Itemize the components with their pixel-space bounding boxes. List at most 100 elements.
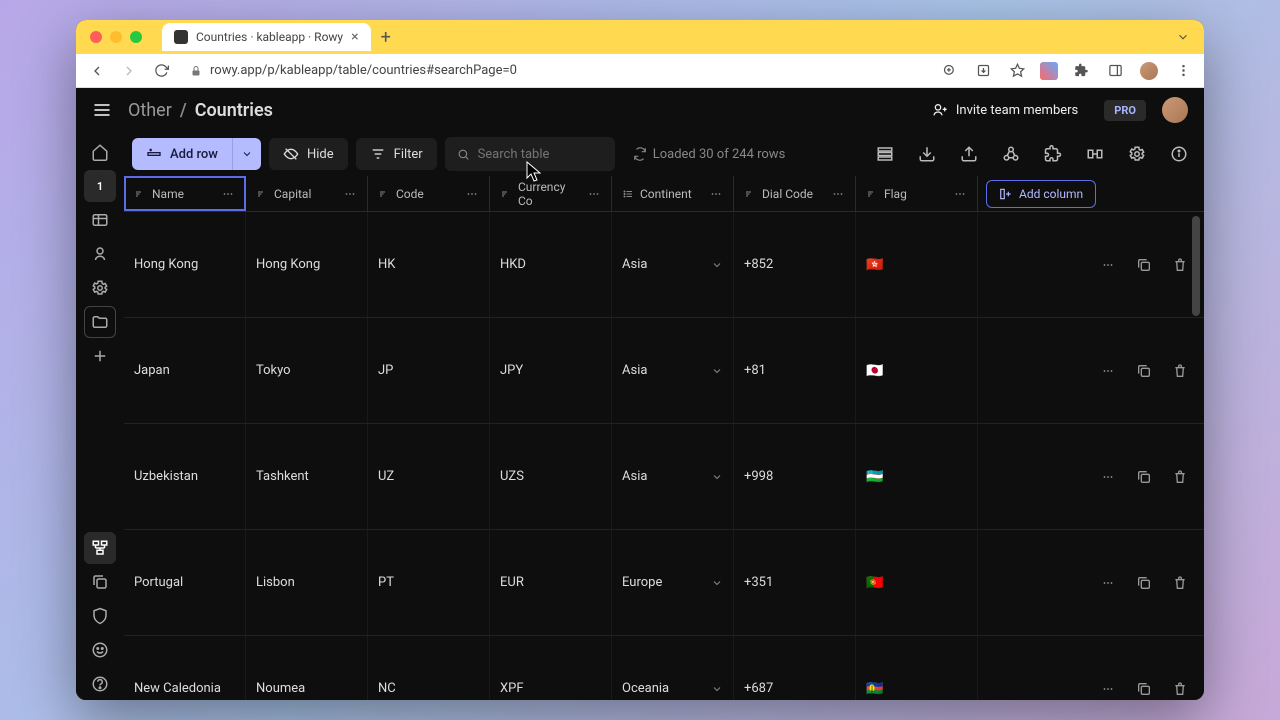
row-delete-icon[interactable]: [1166, 357, 1194, 385]
chevron-down-icon[interactable]: [711, 577, 723, 589]
breadcrumb-parent[interactable]: Other: [128, 100, 172, 121]
row-delete-icon[interactable]: [1166, 251, 1194, 279]
cell-dial-code[interactable]: +852: [734, 212, 856, 317]
invite-team-button[interactable]: Invite team members: [922, 96, 1088, 124]
nav-forward-button[interactable]: [118, 60, 140, 82]
sidebar-item-1[interactable]: 1: [84, 170, 116, 202]
add-row-dropdown[interactable]: [232, 138, 261, 170]
table-settings-icon[interactable]: [1120, 137, 1154, 171]
nav-back-button[interactable]: [86, 60, 108, 82]
tabs-chevron-icon[interactable]: [1176, 30, 1190, 44]
column-header-dial-code[interactable]: Dial Code: [734, 176, 856, 211]
cell-capital[interactable]: Tokyo: [246, 318, 368, 423]
add-row-button[interactable]: Add row: [132, 138, 232, 170]
cell-capital[interactable]: Lisbon: [246, 530, 368, 635]
nav-reload-button[interactable]: [150, 60, 172, 82]
zoom-icon[interactable]: [938, 60, 960, 82]
column-header-code[interactable]: Code: [368, 176, 490, 211]
row-menu-icon[interactable]: [1094, 569, 1122, 597]
menu-icon[interactable]: [92, 100, 112, 120]
cell-capital[interactable]: Noumea: [246, 636, 368, 700]
extension-icon[interactable]: [1040, 62, 1058, 80]
cell-code[interactable]: JP: [368, 318, 490, 423]
cell-capital[interactable]: Tashkent: [246, 424, 368, 529]
sidebar-shield-icon[interactable]: [84, 600, 116, 632]
chevron-down-icon[interactable]: [711, 365, 723, 377]
browser-menu-icon[interactable]: [1172, 60, 1194, 82]
column-menu-icon[interactable]: [221, 187, 235, 201]
cell-name[interactable]: New Caledonia: [124, 636, 246, 700]
table-row[interactable]: New CaledoniaNoumeaNCXPFOceania+687🇳🇨: [124, 636, 1204, 700]
row-menu-icon[interactable]: [1094, 251, 1122, 279]
cell-code[interactable]: PT: [368, 530, 490, 635]
search-box[interactable]: [445, 137, 615, 171]
cell-name[interactable]: Japan: [124, 318, 246, 423]
profile-avatar[interactable]: [1138, 60, 1160, 82]
cell-dial-code[interactable]: +687: [734, 636, 856, 700]
cell-flag[interactable]: 🇭🇰: [856, 212, 978, 317]
sidebar-table-icon[interactable]: [84, 204, 116, 236]
cell-continent[interactable]: Europe: [612, 530, 734, 635]
row-delete-icon[interactable]: [1166, 463, 1194, 491]
extensions-puzzle-icon[interactable]: [1070, 60, 1092, 82]
column-menu-icon[interactable]: [953, 187, 967, 201]
column-menu-icon[interactable]: [465, 187, 479, 201]
import-icon[interactable]: [910, 137, 944, 171]
cell-currency-co[interactable]: HKD: [490, 212, 612, 317]
column-header-continent[interactable]: Continent: [612, 176, 734, 211]
window-close-button[interactable]: [90, 31, 102, 43]
cell-continent[interactable]: Asia: [612, 318, 734, 423]
row-height-icon[interactable]: [868, 137, 902, 171]
sidebar-settings-icon[interactable]: [84, 272, 116, 304]
cell-continent[interactable]: Oceania: [612, 636, 734, 700]
column-menu-icon[interactable]: [587, 187, 601, 201]
cell-dial-code[interactable]: +351: [734, 530, 856, 635]
table-row[interactable]: UzbekistanTashkentUZUZSAsia+998🇺🇿: [124, 424, 1204, 530]
sidebar-workflow-icon[interactable]: [84, 532, 116, 564]
column-menu-icon[interactable]: [831, 187, 845, 201]
row-copy-icon[interactable]: [1130, 569, 1158, 597]
cell-continent[interactable]: Asia: [612, 424, 734, 529]
row-copy-icon[interactable]: [1130, 251, 1158, 279]
new-tab-button[interactable]: +: [381, 27, 391, 48]
filter-button[interactable]: Filter: [356, 138, 437, 170]
sidebar-add-icon[interactable]: [84, 340, 116, 372]
column-header-flag[interactable]: Flag: [856, 176, 978, 211]
cell-code[interactable]: UZ: [368, 424, 490, 529]
table-row[interactable]: PortugalLisbonPTEUREurope+351🇵🇹: [124, 530, 1204, 636]
info-icon[interactable]: [1162, 137, 1196, 171]
search-input[interactable]: [478, 147, 603, 162]
url-field[interactable]: rowy.app/p/kableapp/table/countries#sear…: [182, 63, 928, 78]
chevron-down-icon[interactable]: [711, 471, 723, 483]
sidebar-user-icon[interactable]: [84, 238, 116, 270]
cell-continent[interactable]: Asia: [612, 212, 734, 317]
chevron-down-icon[interactable]: [711, 259, 723, 271]
cell-name[interactable]: Uzbekistan: [124, 424, 246, 529]
row-delete-icon[interactable]: [1166, 675, 1194, 701]
cell-flag[interactable]: 🇳🇨: [856, 636, 978, 700]
row-menu-icon[interactable]: [1094, 463, 1122, 491]
row-menu-icon[interactable]: [1094, 357, 1122, 385]
column-menu-icon[interactable]: [343, 187, 357, 201]
browser-tab[interactable]: Countries · kableapp · Rowy ×: [162, 23, 371, 51]
cell-dial-code[interactable]: +998: [734, 424, 856, 529]
cell-flag[interactable]: 🇺🇿: [856, 424, 978, 529]
export-icon[interactable]: [952, 137, 986, 171]
webhook-icon[interactable]: [994, 137, 1028, 171]
row-copy-icon[interactable]: [1130, 357, 1158, 385]
row-delete-icon[interactable]: [1166, 569, 1194, 597]
cell-code[interactable]: NC: [368, 636, 490, 700]
install-icon[interactable]: [972, 60, 994, 82]
pro-badge[interactable]: PRO: [1104, 100, 1146, 121]
sidebar-folder-icon[interactable]: [84, 306, 116, 338]
table-row[interactable]: JapanTokyoJPJPYAsia+81🇯🇵: [124, 318, 1204, 424]
chevron-down-icon[interactable]: [711, 683, 723, 695]
cell-name[interactable]: Portugal: [124, 530, 246, 635]
tab-close-icon[interactable]: ×: [351, 29, 358, 45]
hide-button[interactable]: Hide: [269, 138, 348, 170]
add-column-button[interactable]: Add column: [986, 180, 1096, 208]
cell-flag[interactable]: 🇵🇹: [856, 530, 978, 635]
row-copy-icon[interactable]: [1130, 463, 1158, 491]
cell-name[interactable]: Hong Kong: [124, 212, 246, 317]
column-header-currency-co[interactable]: Currency Co: [490, 176, 612, 211]
